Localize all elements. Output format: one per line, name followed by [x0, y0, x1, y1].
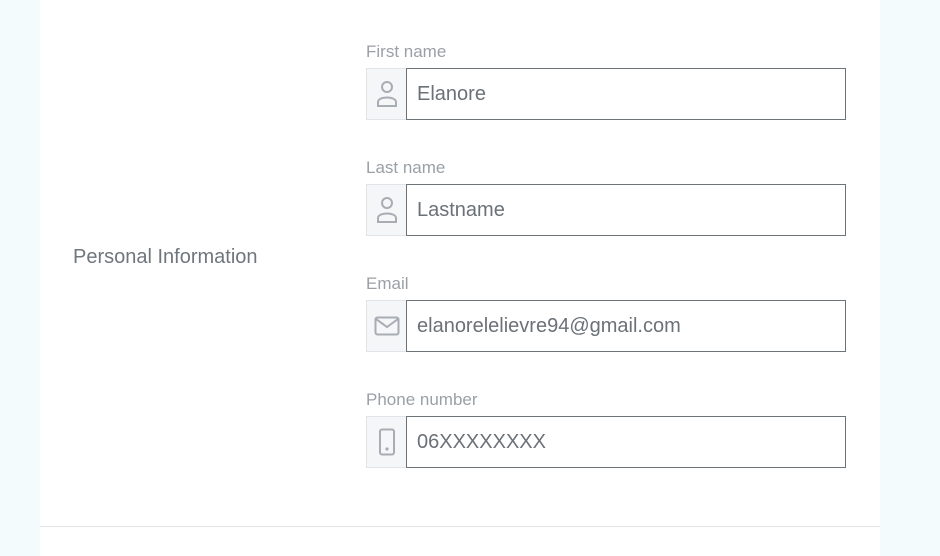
- email-input-group: [366, 300, 846, 352]
- email-input[interactable]: [406, 300, 846, 352]
- form-card: Personal Information First name Last nam…: [40, 0, 880, 556]
- section-divider: [40, 526, 880, 527]
- user-icon: [366, 184, 406, 236]
- first-name-label: First name: [366, 42, 447, 61]
- email-field: Email: [366, 274, 846, 352]
- phone-field: Phone number: [366, 390, 846, 468]
- last-name-input[interactable]: [406, 184, 846, 236]
- first-name-field: First name: [366, 42, 846, 120]
- phone-label: Phone number: [366, 390, 478, 409]
- user-icon: [366, 68, 406, 120]
- envelope-icon: [366, 300, 406, 352]
- phone-input-group: [366, 416, 846, 468]
- first-name-input[interactable]: [406, 68, 846, 120]
- last-name-label: Last name: [366, 158, 446, 177]
- phone-input[interactable]: [406, 416, 846, 468]
- mobile-phone-icon: [366, 416, 406, 468]
- last-name-input-group: [366, 184, 846, 236]
- last-name-field: Last name: [366, 158, 846, 236]
- section-title: Personal Information: [73, 246, 258, 268]
- email-label: Email: [366, 274, 409, 293]
- first-name-input-group: [366, 68, 846, 120]
